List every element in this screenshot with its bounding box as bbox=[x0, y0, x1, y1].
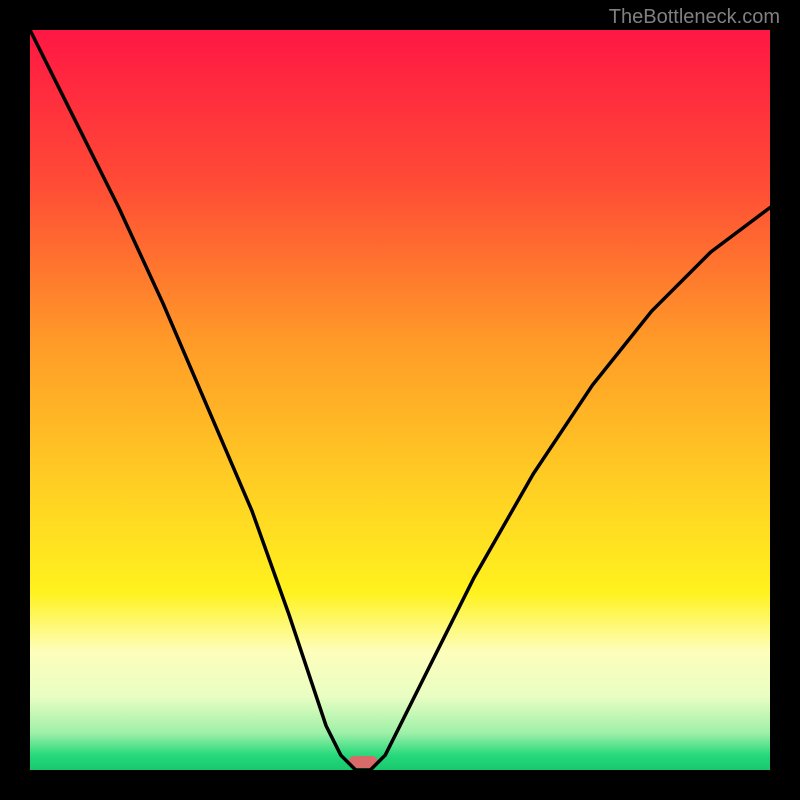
watermark-text: TheBottleneck.com bbox=[609, 6, 780, 29]
chart-svg bbox=[30, 30, 770, 770]
bottleneck-chart bbox=[30, 30, 770, 770]
chart-background bbox=[30, 30, 770, 770]
